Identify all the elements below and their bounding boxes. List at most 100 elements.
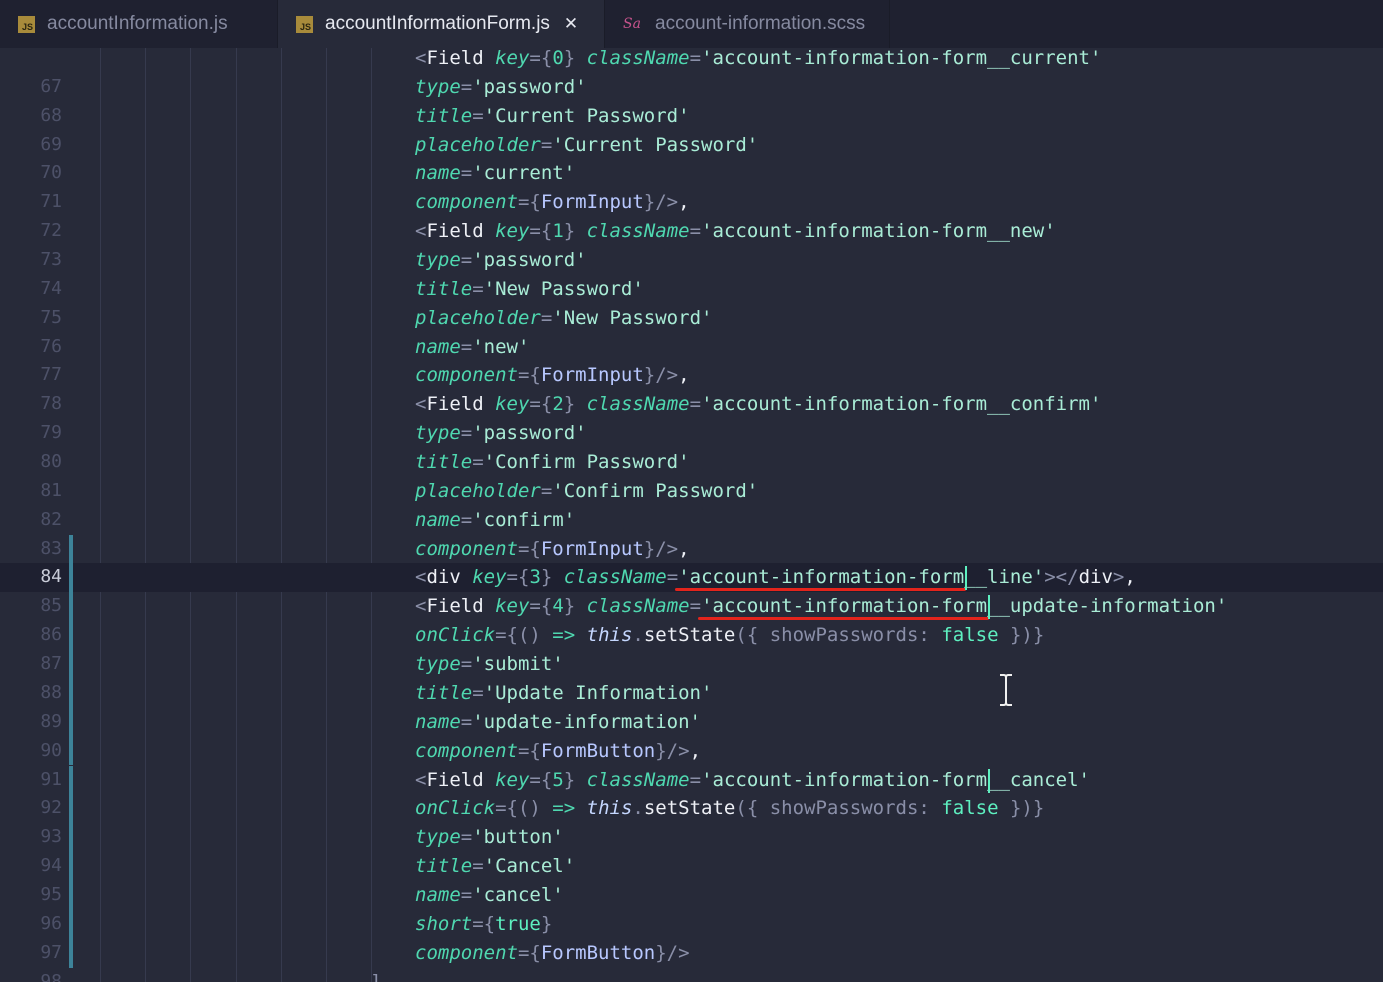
- code-line[interactable]: 82 name='confirm': [0, 506, 1383, 535]
- code-line[interactable]: 98]: [0, 968, 1383, 982]
- code-token: (): [517, 797, 553, 820]
- code-text[interactable]: onClick={() => this.setState({ showPassw…: [415, 794, 1044, 823]
- code-token: :: [918, 797, 942, 820]
- code-token: Field: [426, 48, 496, 69]
- code-text[interactable]: component={FormInput}/>,: [415, 188, 690, 217]
- tab-account-information-scss[interactable]: Sa account-information.scss: [605, 0, 890, 48]
- code-line[interactable]: 88 title='Update Information': [0, 678, 1383, 708]
- code-editor[interactable]: <Field key={0} className='account-inform…: [0, 48, 1383, 982]
- code-line[interactable]: 96 short={true}: [0, 909, 1383, 939]
- code-token: FormButton: [540, 941, 656, 964]
- code-text[interactable]: title='Current Password': [415, 102, 690, 131]
- code-text[interactable]: short={true}: [415, 910, 552, 939]
- code-token: Field: [426, 595, 496, 618]
- code-line[interactable]: 76 name='new': [0, 333, 1383, 362]
- code-text[interactable]: type='password': [415, 419, 587, 448]
- code-line[interactable]: 71 component={FormInput}/>,: [0, 188, 1383, 217]
- code-line[interactable]: 87 type='submit': [0, 650, 1383, 679]
- code-text[interactable]: title='Confirm Password': [415, 448, 690, 477]
- code-text[interactable]: placeholder='New Password': [415, 304, 712, 333]
- code-text[interactable]: title='New Password': [415, 275, 644, 304]
- code-line[interactable]: 77 component={FormInput}/>,: [0, 361, 1383, 390]
- code-line[interactable]: 70 name='current': [0, 159, 1383, 188]
- code-line[interactable]: 83 component={FormInput}/>,: [0, 534, 1383, 564]
- code-line[interactable]: 92 onClick={() => this.setState({ showPas…: [0, 794, 1383, 824]
- code-token: 1: [552, 220, 564, 243]
- git-modified-marker: [69, 621, 73, 651]
- code-token: ={: [529, 768, 553, 791]
- code-text[interactable]: component={FormButton}/>,: [415, 737, 701, 766]
- code-line[interactable]: 89 name='update-information': [0, 707, 1383, 737]
- code-line[interactable]: 85 <Field key={4} className='account-info…: [0, 592, 1383, 622]
- code-token: <: [415, 566, 427, 589]
- code-token: className: [586, 595, 690, 618]
- code-line[interactable]: 91 <Field key={5} className='account-info…: [0, 765, 1383, 795]
- code-line[interactable]: 68 title='Current Password': [0, 102, 1383, 131]
- code-text[interactable]: ]: [370, 968, 381, 982]
- code-text[interactable]: name='current': [415, 159, 575, 188]
- code-text[interactable]: name='update-information': [415, 708, 701, 737]
- code-token: <: [415, 220, 427, 243]
- tab-account-information-form-js[interactable]: JS accountInformationForm.js ✕: [278, 0, 605, 48]
- git-modified-marker: [69, 765, 73, 795]
- code-token: ={: [517, 191, 541, 214]
- code-token: 'password': [472, 75, 587, 98]
- line-number: 71: [40, 191, 62, 213]
- code-token: (): [517, 624, 553, 647]
- code-line[interactable]: 97 component={FormButton}/>: [0, 938, 1383, 968]
- code-text[interactable]: name='cancel': [415, 881, 564, 910]
- tab-account-information-js[interactable]: JS accountInformation.js: [0, 0, 278, 48]
- close-icon[interactable]: ✕: [564, 14, 578, 34]
- git-modified-marker: [69, 880, 73, 910]
- code-token: ,: [678, 537, 690, 560]
- code-text[interactable]: name='new': [415, 333, 529, 362]
- js-file-icon: JS: [18, 15, 35, 33]
- text-caret: [987, 768, 990, 793]
- code-text[interactable]: component={FormButton}/>: [415, 939, 690, 968]
- code-text[interactable]: type='submit': [415, 650, 564, 679]
- code-text[interactable]: type='password': [415, 246, 587, 275]
- code-token: onClick: [415, 624, 496, 647]
- code-text[interactable]: <Field key={2} className='account-inform…: [415, 390, 1101, 419]
- code-text[interactable]: name='confirm': [415, 506, 575, 535]
- code-text[interactable]: placeholder='Confirm Password': [415, 477, 758, 506]
- code-line[interactable]: 75 placeholder='New Password': [0, 304, 1383, 333]
- code-text[interactable]: type='password': [415, 73, 587, 102]
- code-token: }: [563, 768, 587, 791]
- code-text[interactable]: type='button': [415, 823, 564, 852]
- code-line[interactable]: 79 type='password': [0, 419, 1383, 448]
- code-line[interactable]: 72 <Field key={1} className='account-info…: [0, 217, 1383, 246]
- code-text[interactable]: component={FormInput}/>,: [415, 361, 690, 390]
- sass-file-icon: Sa: [623, 16, 641, 32]
- code-token: 'account-information-form__line': [678, 566, 1045, 589]
- code-line[interactable]: 86 onClick={() => this.setState({ showPas…: [0, 621, 1383, 651]
- code-text[interactable]: title='Cancel': [415, 852, 575, 881]
- code-line[interactable]: 81 placeholder='Confirm Password': [0, 477, 1383, 506]
- code-text[interactable]: <Field key={1} className='account-inform…: [415, 217, 1056, 246]
- code-line[interactable]: 67 type='password': [0, 73, 1383, 102]
- code-text[interactable]: onClick={() => this.setState({ showPassw…: [415, 621, 1044, 650]
- code-text[interactable]: component={FormInput}/>,: [415, 535, 690, 564]
- code-token: 'cancel': [472, 883, 564, 906]
- line-number: 96: [40, 912, 62, 934]
- code-line[interactable]: <Field key={0} className='account-inform…: [0, 48, 1383, 73]
- code-text[interactable]: placeholder='Current Password': [415, 131, 758, 160]
- code-line[interactable]: 94 title='Cancel': [0, 852, 1383, 881]
- line-number: 78: [40, 393, 62, 415]
- text-caret: [964, 566, 967, 591]
- code-token: })}: [998, 624, 1045, 647]
- code-line[interactable]: 90 component={FormButton}/>,: [0, 736, 1383, 766]
- code-line[interactable]: 74 title='New Password': [0, 275, 1383, 304]
- code-token: showPasswords: [769, 624, 919, 647]
- code-token: 'new': [472, 335, 530, 358]
- code-line[interactable]: 78 <Field key={2} className='account-info…: [0, 390, 1383, 419]
- code-token: 0: [552, 48, 564, 69]
- code-text[interactable]: title='Update Information': [415, 679, 712, 708]
- code-line[interactable]: 69 placeholder='Current Password': [0, 131, 1383, 160]
- git-modified-marker: [69, 563, 73, 593]
- code-line[interactable]: 93 type='button': [0, 823, 1383, 853]
- code-line[interactable]: 73 type='password': [0, 246, 1383, 275]
- code-text[interactable]: <Field key={0} className='account-inform…: [415, 48, 1101, 73]
- code-line[interactable]: 95 name='cancel': [0, 880, 1383, 910]
- code-line[interactable]: 80 title='Confirm Password': [0, 448, 1383, 477]
